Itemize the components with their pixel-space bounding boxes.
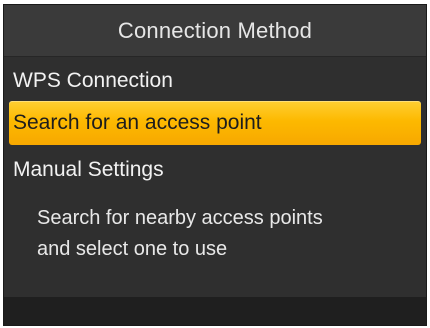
description-line-2: and select one to use [37,238,228,260]
footer-band [4,297,426,325]
menu-item-manual-settings[interactable]: Manual Settings [4,145,426,191]
menu-item-label: Search for an access point [13,111,262,134]
title-bar: Connection Method [4,5,426,57]
connection-method-menu: WPS Connection Search for an access poin… [4,61,426,191]
screen-title: Connection Method [117,17,313,43]
menu-item-search-access-point[interactable]: Search for an access point [9,101,421,145]
menu-item-label: WPS Connection [13,69,173,92]
help-description: Search for nearby access points and sele… [37,203,407,265]
menu-item-wps-connection[interactable]: WPS Connection [4,61,426,101]
menu-item-label: Manual Settings [13,158,164,181]
camera-lcd-screen: Connection Method WPS Connection Search … [3,4,427,326]
description-line-1: Search for nearby access points [37,207,323,229]
